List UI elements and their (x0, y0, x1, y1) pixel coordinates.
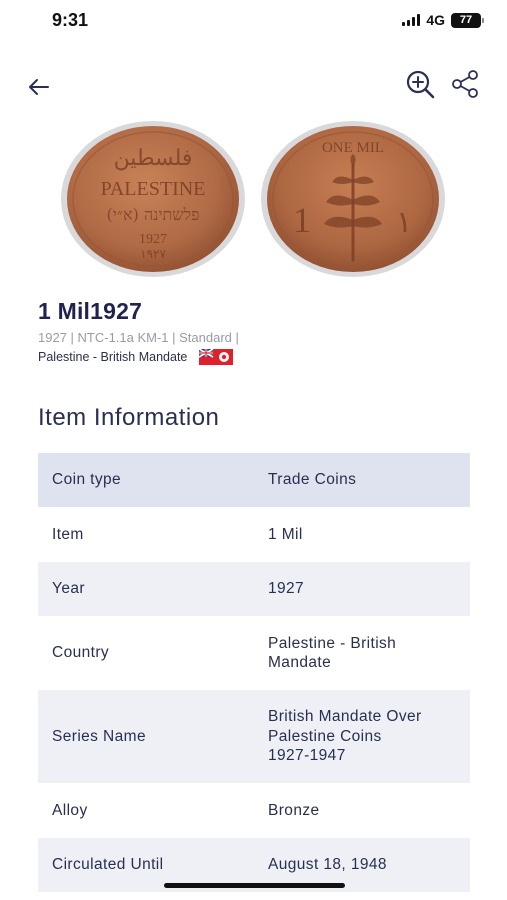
status-indicators: 4G 77 (402, 12, 484, 28)
nav-bar (0, 66, 507, 106)
back-button[interactable] (24, 72, 54, 102)
coin-images: فلسطين PALESTINE (א״י) פלשתינה 1927 ١٩٢٧… (60, 120, 450, 280)
status-bar: 9:31 4G 77 (0, 0, 507, 44)
info-row-year: Year 1927 (38, 562, 470, 616)
info-label: Series Name (52, 727, 146, 745)
info-row-alloy: Alloy Bronze (38, 783, 470, 838)
coin-meta: 1927 | NTC-1.1a KM-1 | Standard | (38, 330, 239, 345)
british-mandate-palestine-flag-icon (199, 349, 234, 365)
battery-icon: 77 (451, 12, 484, 28)
info-row-country: Country Palestine - British Mandate (38, 616, 470, 690)
zoom-in-button[interactable] (404, 68, 436, 100)
coin-obverse-year: 1927 (139, 232, 167, 247)
battery-level: 77 (459, 13, 473, 26)
coin-reverse-denomination: 1 (293, 200, 311, 240)
coin-obverse-image[interactable]: فلسطين PALESTINE (א״י) פלשתינה 1927 ١٩٢٧ (60, 120, 246, 278)
arrow-left-icon (29, 79, 49, 95)
signal-icon (402, 14, 421, 26)
section-title-item-information: Item Information (38, 404, 220, 431)
coin-reverse-image[interactable]: ONE MIL 1 ١ (260, 120, 446, 278)
info-label: Country (52, 644, 110, 661)
info-label: Coin type (52, 471, 122, 488)
info-value: Bronze (268, 801, 320, 819)
coin-obverse-country: PALESTINE (101, 178, 206, 200)
info-value: Trade Coins (268, 471, 357, 489)
svg-text:١: ١ (396, 205, 412, 240)
country-name: Palestine - British Mandate (38, 350, 188, 364)
status-time: 9:31 (52, 10, 89, 30)
home-indicator[interactable] (164, 883, 345, 888)
info-value: August 18, 1948 (268, 856, 387, 874)
svg-text:(א״י) פלשתינה: (א״י) פלשתינה (106, 205, 199, 224)
svg-text:فلسطين: فلسطين (114, 146, 193, 171)
info-label: Item (52, 525, 84, 543)
zoom-in-icon (406, 70, 435, 99)
coin-title: 1 Mil1927 (38, 298, 143, 324)
info-value: Palestine - British Mandate (268, 634, 397, 672)
info-value: 1 Mil (268, 525, 303, 543)
country-row[interactable]: Palestine - British Mandate (38, 349, 234, 365)
info-row-item: Item 1 Mil (38, 507, 470, 562)
info-label: Year (52, 580, 85, 597)
info-value: 1927 (268, 580, 305, 598)
share-icon (452, 70, 478, 98)
item-information-table: Coin type Trade Coins Item 1 Mil Year 19… (38, 453, 470, 892)
info-label: Circulated Until (52, 856, 164, 873)
share-button[interactable] (449, 68, 481, 100)
info-row-series-name: Series Name British Mandate Over Palesti… (38, 690, 470, 783)
svg-text:١٩٢٧: ١٩٢٧ (140, 247, 166, 261)
network-type: 4G (426, 12, 445, 28)
info-row-coin-type: Coin type Trade Coins (38, 453, 470, 507)
info-value: British Mandate Over Palestine Coins 192… (268, 708, 422, 765)
info-label: Alloy (52, 801, 88, 819)
coin-reverse-legend: ONE MIL (322, 140, 384, 156)
